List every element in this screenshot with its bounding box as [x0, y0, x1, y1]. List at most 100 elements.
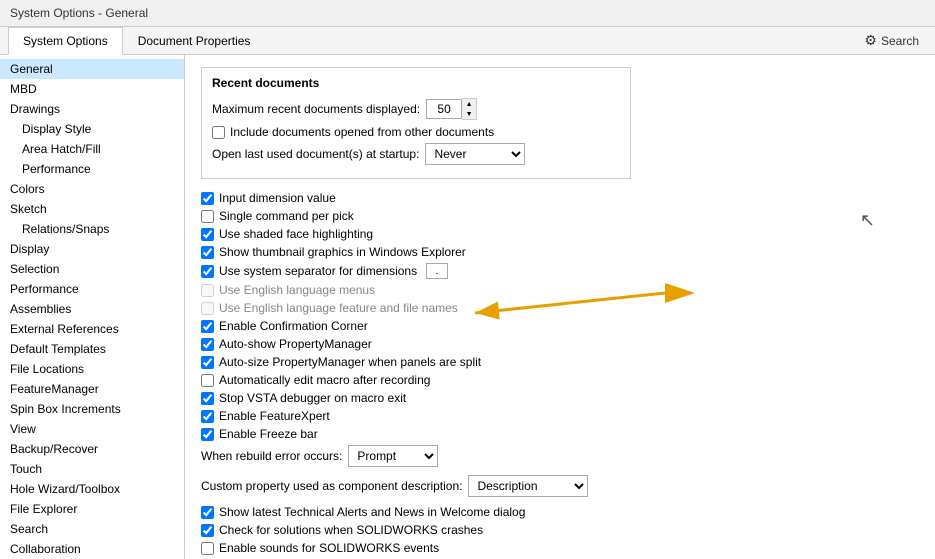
- sidebar-item-performance-drawings[interactable]: Performance: [0, 159, 184, 179]
- sidebar-item-drawings[interactable]: Drawings: [0, 99, 184, 119]
- rebuild-error-label: When rebuild error occurs:: [201, 449, 342, 463]
- sidebar-item-feature-manager[interactable]: FeatureManager: [0, 379, 184, 399]
- sidebar-item-selection[interactable]: Selection: [0, 259, 184, 279]
- checkbox-auto-size-pm[interactable]: [201, 356, 214, 369]
- checkbox-use-english-feature: [201, 302, 214, 315]
- checkbox-enable-featurexpert[interactable]: [201, 410, 214, 423]
- checkbox-label-use-shaded-face: Use shaded face highlighting: [219, 227, 373, 241]
- checkbox-row-auto-edit-macro: Automatically edit macro after recording: [201, 373, 919, 387]
- checkbox-label-enable-confirmation: Enable Confirmation Corner: [219, 319, 368, 333]
- checkbox-label-single-command: Single command per pick: [219, 209, 354, 223]
- open-last-row: Open last used document(s) at startup: N…: [212, 143, 620, 165]
- spinbox-buttons: ▲ ▼: [462, 98, 477, 120]
- sidebar-item-file-explorer[interactable]: File Explorer: [0, 499, 184, 519]
- main-layout: GeneralMBDDrawingsDisplay StyleArea Hatc…: [0, 55, 935, 559]
- sidebar-item-colors[interactable]: Colors: [0, 179, 184, 199]
- sidebar-item-area-hatch-fill[interactable]: Area Hatch/Fill: [0, 139, 184, 159]
- bottom-checkbox-row-show-latest-alerts: Show latest Technical Alerts and News in…: [201, 505, 919, 519]
- sidebar-item-assemblies[interactable]: Assemblies: [0, 299, 184, 319]
- sidebar: GeneralMBDDrawingsDisplay StyleArea Hatc…: [0, 55, 185, 559]
- checkbox-row-use-system-separator: Use system separator for dimensions: [201, 263, 919, 279]
- checkbox-label-use-english-menus: Use English language menus: [219, 283, 375, 297]
- sidebar-item-search[interactable]: Search: [0, 519, 184, 539]
- sidebar-item-display[interactable]: Display: [0, 239, 184, 259]
- checkbox-label-use-system-separator: Use system separator for dimensions: [219, 264, 417, 278]
- checkbox-input-dimension[interactable]: [201, 192, 214, 205]
- checkbox-auto-show-pm[interactable]: [201, 338, 214, 351]
- checkbox-label-auto-edit-macro: Automatically edit macro after recording: [219, 373, 430, 387]
- checkbox-row-auto-size-pm: Auto-size PropertyManager when panels ar…: [201, 355, 919, 369]
- max-recent-row: Maximum recent documents displayed: ▲ ▼: [212, 98, 620, 120]
- spinbox-up-btn[interactable]: ▲: [462, 99, 476, 109]
- search-button[interactable]: ⚙ Search: [856, 28, 927, 53]
- tab-system-options[interactable]: System Options: [8, 27, 123, 55]
- max-recent-spinbox: ▲ ▼: [426, 98, 477, 120]
- sidebar-item-collaboration[interactable]: Collaboration: [0, 539, 184, 559]
- bottom-checkbox-row-check-solutions: Check for solutions when SOLIDWORKS cras…: [201, 523, 919, 537]
- spinbox-down-btn[interactable]: ▼: [462, 109, 476, 119]
- sidebar-item-performance[interactable]: Performance: [0, 279, 184, 299]
- checkbox-row-use-english-menus: Use English language menus: [201, 283, 919, 297]
- custom-property-dropdown[interactable]: Description Component Reference Part Num…: [468, 475, 588, 497]
- checkbox-show-thumbnail[interactable]: [201, 246, 214, 259]
- sidebar-item-hole-wizard-toolbox[interactable]: Hole Wizard/Toolbox: [0, 479, 184, 499]
- checkbox-row-use-shaded-face: Use shaded face highlighting: [201, 227, 919, 241]
- checkbox-row-enable-freeze: Enable Freeze bar: [201, 427, 919, 441]
- bottom-checkbox-label-show-latest-alerts: Show latest Technical Alerts and News in…: [219, 505, 525, 519]
- sidebar-item-mbd[interactable]: MBD: [0, 79, 184, 99]
- checkbox-enable-freeze[interactable]: [201, 428, 214, 441]
- title-text: System Options - General: [10, 6, 148, 20]
- checkbox-row-use-english-feature: Use English language feature and file na…: [201, 301, 919, 315]
- sidebar-item-file-locations[interactable]: File Locations: [0, 359, 184, 379]
- checkbox-auto-edit-macro[interactable]: [201, 374, 214, 387]
- rebuild-error-row: When rebuild error occurs: Prompt Stop C…: [201, 445, 919, 467]
- checkbox-label-stop-vsta: Stop VSTA debugger on macro exit: [219, 391, 406, 405]
- bottom-checkbox-check-solutions[interactable]: [201, 524, 214, 537]
- checkbox-label-auto-show-pm: Auto-show PropertyManager: [219, 337, 372, 351]
- bottom-checkbox-label-enable-sounds: Enable sounds for SOLIDWORKS events: [219, 541, 439, 555]
- sidebar-item-view[interactable]: View: [0, 419, 184, 439]
- sidebar-item-relations-snaps[interactable]: Relations/Snaps: [0, 219, 184, 239]
- gear-icon: ⚙: [864, 32, 877, 49]
- recent-docs-title: Recent documents: [212, 76, 620, 90]
- checkbox-single-command[interactable]: [201, 210, 214, 223]
- checkbox-row-stop-vsta: Stop VSTA debugger on macro exit: [201, 391, 919, 405]
- bottom-checkbox-enable-sounds[interactable]: [201, 542, 214, 555]
- rebuild-error-dropdown[interactable]: Prompt Stop Continue: [348, 445, 438, 467]
- sidebar-item-general[interactable]: General: [0, 59, 184, 79]
- include-docs-row: Include documents opened from other docu…: [212, 125, 620, 139]
- checkbox-row-enable-confirmation: Enable Confirmation Corner: [201, 319, 919, 333]
- sidebar-item-backup-recover[interactable]: Backup/Recover: [0, 439, 184, 459]
- checkbox-label-auto-size-pm: Auto-size PropertyManager when panels ar…: [219, 355, 481, 369]
- checkbox-label-use-english-feature: Use English language feature and file na…: [219, 301, 458, 315]
- checkbox-row-show-thumbnail: Show thumbnail graphics in Windows Explo…: [201, 245, 919, 259]
- bottom-checkbox-show-latest-alerts[interactable]: [201, 506, 214, 519]
- checkbox-stop-vsta[interactable]: [201, 392, 214, 405]
- custom-property-label: Custom property used as component descri…: [201, 479, 462, 493]
- checkbox-use-english-menus: [201, 284, 214, 297]
- checkbox-use-shaded-face[interactable]: [201, 228, 214, 241]
- checkbox-row-single-command: Single command per pick: [201, 209, 919, 223]
- open-last-dropdown[interactable]: Never Always Prompt: [425, 143, 525, 165]
- checkboxes-section: Input dimension value Single command per …: [201, 191, 919, 441]
- bottom-checkboxes-section: Show latest Technical Alerts and News in…: [201, 505, 919, 559]
- checkbox-label-enable-featurexpert: Enable FeatureXpert: [219, 409, 330, 423]
- sidebar-item-touch[interactable]: Touch: [0, 459, 184, 479]
- tab-document-properties[interactable]: Document Properties: [123, 27, 266, 54]
- sidebar-item-spin-box-increments[interactable]: Spin Box Increments: [0, 399, 184, 419]
- title-bar: System Options - General: [0, 0, 935, 27]
- sidebar-item-external-references[interactable]: External References: [0, 319, 184, 339]
- separator-input[interactable]: [426, 263, 448, 279]
- checkbox-row-input-dimension: Input dimension value: [201, 191, 919, 205]
- checkbox-use-system-separator[interactable]: [201, 265, 214, 278]
- sidebar-item-sketch[interactable]: Sketch: [0, 199, 184, 219]
- tab-bar: System Options Document Properties ⚙ Sea…: [0, 27, 935, 55]
- checkbox-label-show-thumbnail: Show thumbnail graphics in Windows Explo…: [219, 245, 466, 259]
- sidebar-item-default-templates[interactable]: Default Templates: [0, 339, 184, 359]
- bottom-checkbox-label-check-solutions: Check for solutions when SOLIDWORKS cras…: [219, 523, 483, 537]
- include-docs-checkbox[interactable]: [212, 126, 225, 139]
- max-recent-input[interactable]: [426, 99, 462, 119]
- sidebar-item-display-style[interactable]: Display Style: [0, 119, 184, 139]
- checkbox-enable-confirmation[interactable]: [201, 320, 214, 333]
- checkbox-row-auto-show-pm: Auto-show PropertyManager: [201, 337, 919, 351]
